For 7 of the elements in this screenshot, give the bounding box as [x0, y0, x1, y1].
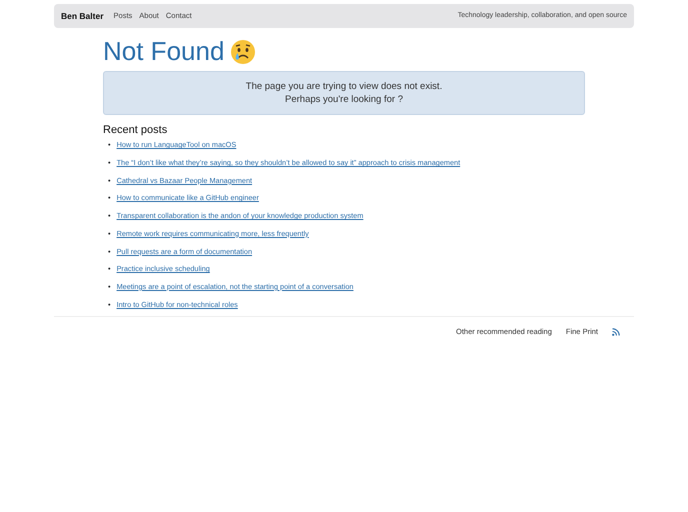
crying-face-icon: [230, 38, 256, 65]
page-heading: Not Found: [103, 36, 224, 68]
section-heading: Recent posts: [103, 124, 168, 138]
rss-icon[interactable]: [612, 328, 620, 336]
alert-text: Perhaps you're looking for ?: [284, 93, 404, 106]
alert-text: The page you are trying to view does not exist.: [244, 80, 444, 94]
site-brand[interactable]: Ben Balter: [61, 10, 104, 22]
